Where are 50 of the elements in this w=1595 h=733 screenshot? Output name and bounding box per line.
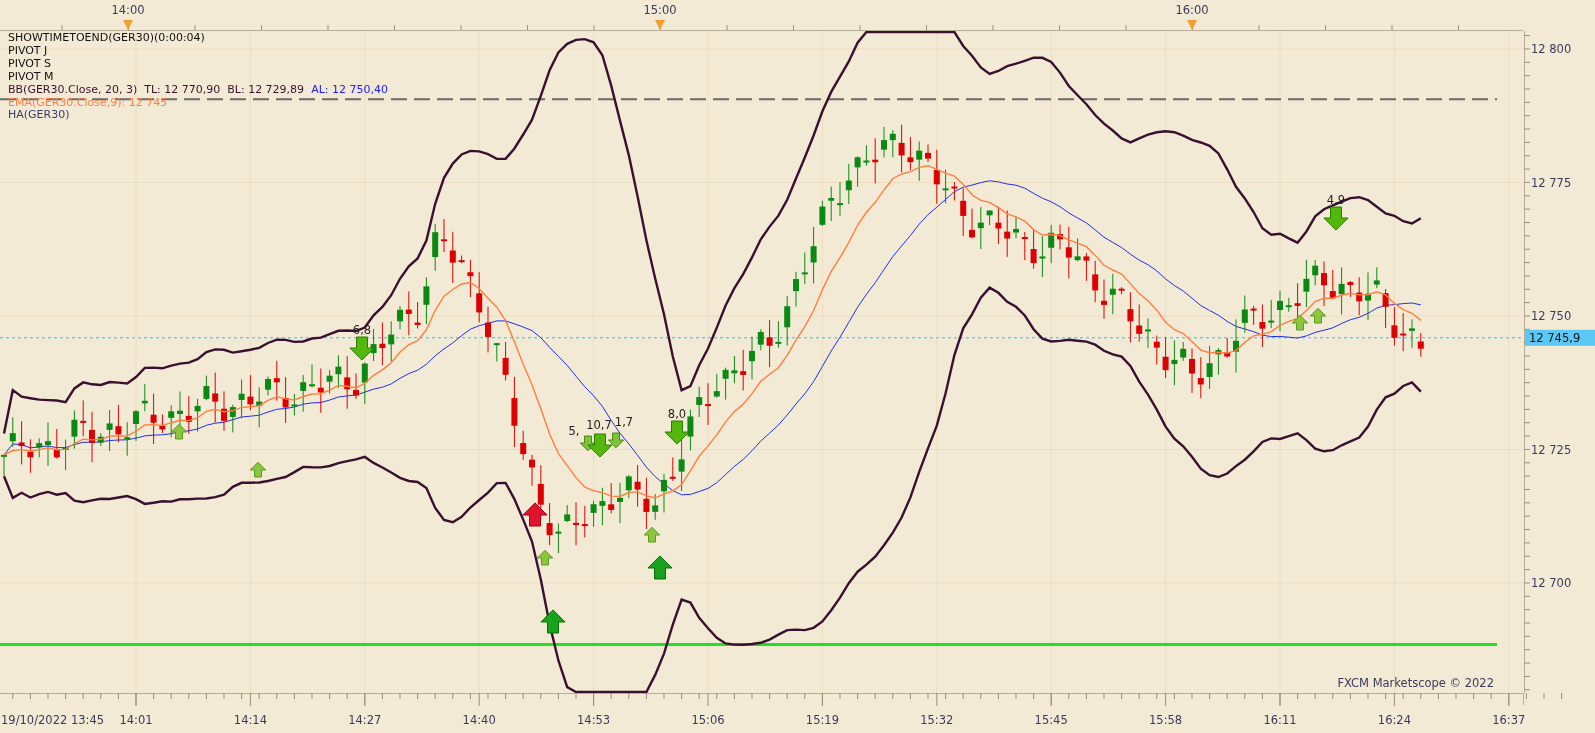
price-label: 12 750	[1531, 309, 1572, 323]
legend-text: HA(GER30)	[8, 108, 70, 122]
time-label: 14:40	[462, 713, 496, 727]
arrow-down-icon	[664, 420, 690, 445]
signal-label: 8,0	[667, 406, 687, 421]
credit-text: FXCM Marketscope © 2022	[1337, 676, 1494, 690]
price-label: 12 775	[1531, 175, 1572, 190]
arrow-up-icon	[540, 609, 566, 634]
arrow-down-icon	[1323, 206, 1349, 231]
time-label: 15:45	[1034, 713, 1068, 727]
time-label: 15:19	[805, 713, 839, 727]
time-label: 15:00	[643, 3, 677, 17]
marker-triangle-icon	[655, 20, 665, 30]
current-price-badge: 12 745,9	[1525, 329, 1595, 346]
time-label: 14:53	[577, 713, 611, 727]
time-label: 15:06	[691, 713, 725, 727]
time-label: 14:14	[233, 713, 267, 727]
marker-triangle-icon	[1187, 20, 1197, 30]
legend-text: BB(GER30.Close, 20, 3) TL: 12 770,90 BL: 12 729,89	[8, 82, 305, 96]
time-label: 14:01	[119, 713, 153, 727]
time-label: 16:11	[1263, 713, 1297, 727]
arrow-up-icon	[643, 526, 661, 543]
legend-text: PIVOT S	[8, 56, 52, 70]
arrow-up-icon	[647, 555, 673, 580]
arrow-up-icon	[522, 502, 548, 527]
time-label: 16:00	[1175, 3, 1209, 17]
arrow-up-icon	[249, 461, 267, 478]
price-label: 12 700	[1531, 576, 1572, 590]
time-label: 19/10/2022 13:45	[1, 713, 105, 727]
legend-text: PIVOT M	[8, 69, 54, 83]
arrow-down-icon	[349, 336, 375, 361]
legend-text: PIVOT J	[8, 43, 48, 57]
time-label: 15:58	[1149, 713, 1183, 727]
price-label: 12 800	[1531, 42, 1572, 56]
arrow-up-icon	[170, 423, 188, 440]
time-label: 16:37	[1492, 713, 1526, 727]
arrow-up-icon	[536, 549, 554, 566]
marker-triangle-icon	[123, 20, 133, 30]
legend-text: AL: 12 750,40	[311, 82, 388, 96]
signal-label: 10,7	[586, 417, 612, 432]
time-label: 15:32	[920, 713, 954, 727]
time-label: 16:24	[1377, 713, 1411, 727]
legend-text: SHOWTIMETOEND(GER30)(0:00:04)	[8, 31, 205, 44]
time-label: 14:27	[348, 713, 382, 727]
signal-label: 5,	[568, 424, 580, 439]
price-label: 12 725	[1531, 442, 1572, 457]
arrow-up-icon	[1309, 307, 1327, 324]
signal-label: 1,7	[614, 415, 634, 430]
arrow-up-icon	[1291, 314, 1309, 331]
time-label: 14:00	[111, 3, 145, 17]
